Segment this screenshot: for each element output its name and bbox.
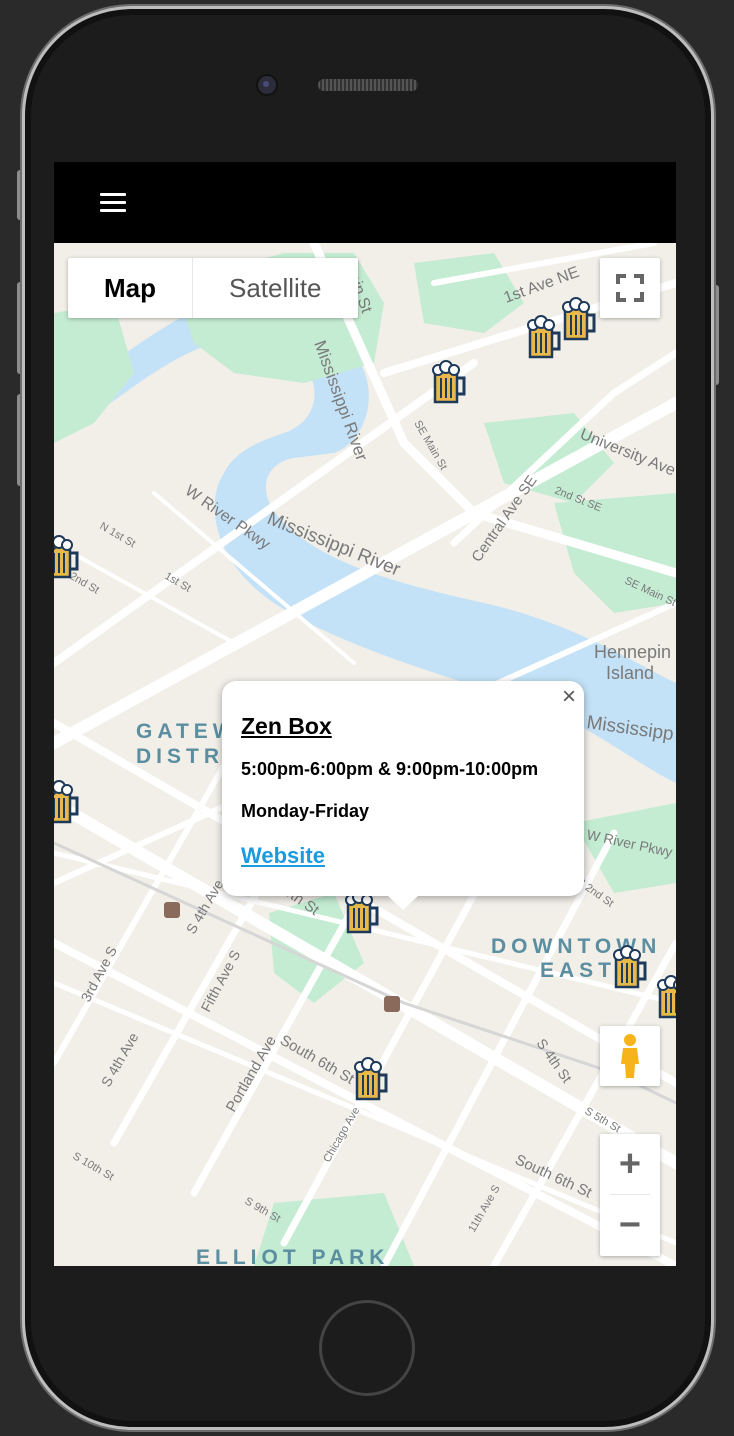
website-link[interactable]: Website bbox=[241, 843, 325, 869]
beer-mug-icon[interactable] bbox=[654, 973, 676, 1021]
zoom-in-button[interactable]: + bbox=[600, 1134, 660, 1194]
map-type-control: Map Satellite bbox=[68, 258, 358, 318]
phone-screen: 1st Ave NE Main St Mississippi River Uni… bbox=[54, 162, 676, 1266]
street-view-pegman-icon bbox=[621, 1034, 639, 1078]
popup-hours: 5:00pm-6:00pm & 9:00pm-10:00pm bbox=[241, 759, 539, 779]
zoom-control: + − bbox=[600, 1134, 660, 1256]
info-window: × Zen Box 5:00pm-6:00pm & 9:00pm-10:00pm… bbox=[222, 681, 584, 910]
fullscreen-button[interactable] bbox=[600, 258, 660, 318]
earpiece-speaker bbox=[318, 79, 418, 91]
street-view-button[interactable] bbox=[600, 1026, 660, 1086]
beer-mug-icon[interactable] bbox=[54, 778, 82, 826]
popup-days: Monday-Friday bbox=[241, 801, 370, 821]
fullscreen-icon bbox=[616, 274, 644, 302]
beer-mug-icon[interactable] bbox=[429, 358, 469, 406]
front-camera bbox=[256, 74, 278, 96]
beer-mug-icon[interactable] bbox=[610, 943, 650, 991]
hamburger-menu-icon[interactable] bbox=[100, 193, 126, 213]
svg-text:Island: Island bbox=[606, 663, 654, 683]
map-type-map-button[interactable]: Map bbox=[68, 258, 193, 318]
svg-text:EAST: EAST bbox=[540, 959, 616, 982]
beer-mug-icon[interactable] bbox=[54, 533, 82, 581]
svg-text:ELLIOT PARK: ELLIOT PARK bbox=[196, 1246, 389, 1266]
close-icon[interactable]: × bbox=[562, 683, 576, 711]
top-navbar bbox=[54, 162, 676, 243]
zoom-out-button[interactable]: − bbox=[600, 1195, 660, 1255]
svg-text:Hennepin: Hennepin bbox=[594, 642, 671, 662]
beer-mug-icon[interactable] bbox=[524, 313, 564, 361]
popup-title: Zen Box bbox=[241, 713, 332, 739]
map-type-satellite-button[interactable]: Satellite bbox=[193, 258, 358, 318]
map-view[interactable]: 1st Ave NE Main St Mississippi River Uni… bbox=[54, 243, 676, 1266]
home-button[interactable] bbox=[319, 1300, 415, 1396]
beer-mug-icon[interactable] bbox=[351, 1055, 391, 1103]
beer-mug-icon[interactable] bbox=[559, 295, 599, 343]
